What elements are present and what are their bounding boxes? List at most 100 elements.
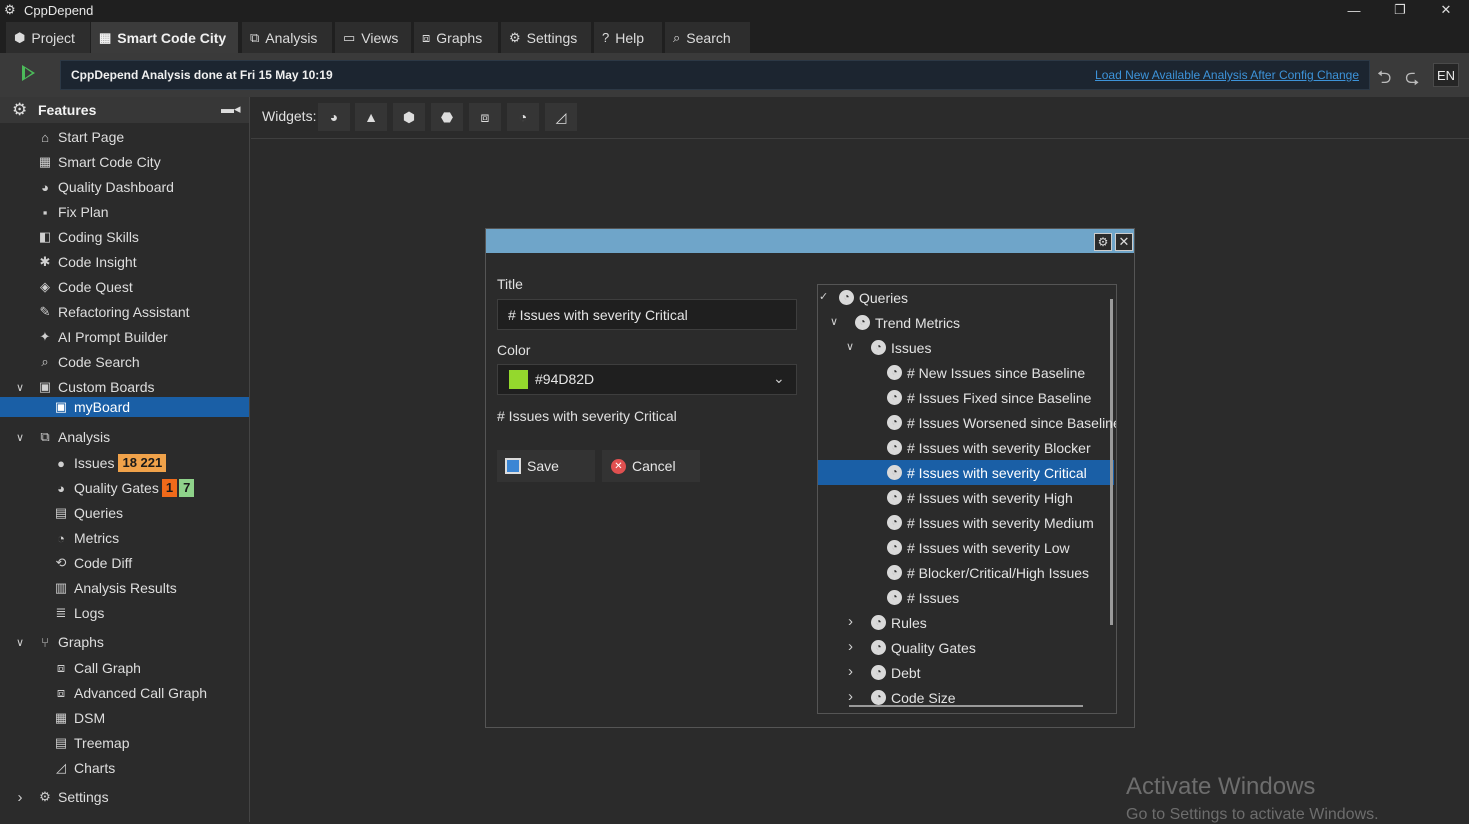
cancel-icon: ✕ bbox=[611, 458, 626, 474]
chevron-down-icon[interactable]: ∨ bbox=[13, 431, 27, 444]
menu-bar: ⬢ Project ▦ Smart Code City ⧉ Analysis ▭ Vie… bbox=[0, 20, 1469, 53]
tree-node-issues-count[interactable]: ◔ # Issues bbox=[887, 585, 959, 610]
menu-analysis[interactable]: ⧉ Analysis bbox=[242, 22, 332, 53]
sidebar-item-start-page[interactable]: ⌂ Start Page bbox=[37, 126, 124, 148]
menu-help[interactable]: ? Help bbox=[594, 22, 662, 53]
chevron-right-icon[interactable]: › bbox=[848, 663, 853, 680]
sidebar-item-advanced-call-graph[interactable]: ⧈ Advanced Call Graph bbox=[53, 682, 207, 704]
cancel-button[interactable]: ✕ Cancel bbox=[602, 450, 700, 482]
status-message-box: CppDepend Analysis done at Fri 15 May 10… bbox=[60, 60, 1370, 90]
results-icon: ▥ bbox=[54, 580, 68, 595]
check-icon[interactable]: ✓ bbox=[819, 290, 828, 303]
tree-node-queries[interactable]: ◔ Queries bbox=[839, 285, 908, 310]
tree-node-blocker-critical-high[interactable]: ◔ # Blocker/Critical/High Issues bbox=[887, 560, 1089, 585]
tree-node-issues-fixed[interactable]: ◔ # Issues Fixed since Baseline bbox=[887, 385, 1091, 410]
sidebar-item-quality-dashboard[interactable]: ◕ Quality Dashboard bbox=[37, 176, 174, 198]
chevron-right-icon[interactable]: › bbox=[848, 688, 853, 705]
tree-node-severity-blocker[interactable]: ◔ # Issues with severity Blocker bbox=[887, 435, 1091, 460]
sidebar-item-coding-skills[interactable]: ◧ Coding Skills bbox=[37, 226, 139, 248]
menu-graphs[interactable]: ⧈ Graphs bbox=[414, 22, 498, 53]
title-input[interactable] bbox=[497, 299, 797, 330]
sidebar-item-refactoring-assistant[interactable]: ✎ Refactoring Assistant bbox=[37, 301, 190, 323]
tree-vertical-scrollbar[interactable] bbox=[1110, 299, 1113, 625]
color-dropdown[interactable]: #94D82D ⌄ bbox=[497, 364, 797, 395]
chevron-right-icon[interactable]: › bbox=[848, 638, 853, 655]
gate-widget-button[interactable]: ⬣ bbox=[431, 103, 463, 131]
save-button[interactable]: Save bbox=[497, 450, 595, 482]
forward-arrow-icon[interactable]: ⮎ bbox=[1405, 65, 1419, 95]
cube-widget-button[interactable]: ⬢ bbox=[393, 103, 425, 131]
pin-icon[interactable]: ▬◂ bbox=[221, 101, 241, 117]
sidebar-item-code-search[interactable]: ⌕ Code Search bbox=[37, 351, 139, 373]
tree-node-new-issues[interactable]: ◔ # New Issues since Baseline bbox=[887, 360, 1085, 385]
query-widget-button[interactable]: ◔ bbox=[507, 103, 539, 131]
graph-widget-button[interactable]: ⧈ bbox=[469, 103, 501, 131]
chevron-down-icon[interactable]: ∨ bbox=[13, 636, 27, 649]
sidebar-item-custom-boards[interactable]: ∨ ▣ Custom Boards bbox=[16, 376, 155, 398]
load-analysis-link[interactable]: Load New Available Analysis After Config… bbox=[1095, 68, 1359, 82]
tree-node-code-size[interactable]: ◔ Code Size bbox=[871, 685, 956, 710]
tree-node-issues-worsened[interactable]: ◔ # Issues Worsened since Baseline bbox=[887, 410, 1116, 435]
tree-node-trend-metrics[interactable]: ◔ Trend Metrics bbox=[855, 310, 960, 335]
sidebar-item-dsm[interactable]: ▦ DSM bbox=[53, 707, 105, 729]
query-icon: ◔ bbox=[887, 565, 902, 580]
chevron-right-icon[interactable]: › bbox=[848, 613, 853, 630]
sidebar-item-code-quest[interactable]: ◈ Code Quest bbox=[37, 276, 133, 298]
sidebar-item-queries[interactable]: ▤ Queries bbox=[53, 502, 123, 524]
features-sidebar: ⚙ Features ▬◂ ⌂ Start Page ▦ Smart Code Ci… bbox=[0, 97, 250, 822]
menu-smart-code-city[interactable]: ▦ Smart Code City bbox=[91, 22, 238, 53]
sidebar-item-metrics[interactable]: ◔ Metrics bbox=[53, 527, 119, 549]
sidebar-item-myboard[interactable]: ▣ myBoard bbox=[53, 396, 130, 418]
menu-settings[interactable]: ⚙ Settings bbox=[501, 22, 591, 53]
chevron-right-icon[interactable]: › bbox=[13, 789, 27, 806]
menu-project[interactable]: ⬢ Project bbox=[6, 22, 90, 53]
query-tree[interactable]: ✓ ◔ Queries ∨ ◔ Trend Metrics ∨ ◔ Issues ◔ #… bbox=[817, 284, 1117, 714]
tree-node-issues[interactable]: ◔ Issues bbox=[871, 335, 931, 360]
sidebar-item-charts[interactable]: ◿ Charts bbox=[53, 757, 115, 779]
widgets-label: Widgets: bbox=[262, 108, 317, 124]
box-icon: ⬢ bbox=[14, 29, 26, 45]
menu-search[interactable]: ⌕ Search bbox=[665, 22, 750, 53]
sidebar-item-analysis[interactable]: ∨ ⧉ Analysis bbox=[16, 426, 110, 448]
sidebar-item-graphs[interactable]: ∨ ⑂ Graphs bbox=[16, 631, 104, 653]
minimize-button[interactable]: — bbox=[1331, 0, 1377, 20]
menu-views[interactable]: ▭ Views bbox=[335, 22, 411, 53]
sidebar-item-smart-code-city[interactable]: ▦ Smart Code City bbox=[37, 151, 161, 173]
tree-node-severity-low[interactable]: ◔ # Issues with severity Low bbox=[887, 535, 1070, 560]
tree-node-severity-medium[interactable]: ◔ # Issues with severity Medium bbox=[887, 510, 1094, 535]
tree-node-severity-high[interactable]: ◔ # Issues with severity High bbox=[887, 485, 1073, 510]
sidebar-item-issues[interactable]: ● Issues 18 221 bbox=[53, 452, 167, 474]
sidebar-item-treemap[interactable]: ▤ Treemap bbox=[53, 732, 130, 754]
chevron-down-icon[interactable]: ∨ bbox=[846, 340, 854, 353]
skills-icon: ◧ bbox=[38, 229, 52, 244]
close-button[interactable]: ✕ bbox=[1423, 0, 1469, 20]
sparkle-icon: ✦ bbox=[39, 329, 51, 344]
close-icon[interactable]: ✕ bbox=[1115, 233, 1133, 251]
chart-widget-button[interactable]: ◿ bbox=[545, 103, 577, 131]
query-icon: ◔ bbox=[839, 290, 854, 305]
sidebar-item-call-graph[interactable]: ⧈ Call Graph bbox=[53, 657, 141, 679]
sidebar-item-logs[interactable]: ≣ Logs bbox=[53, 602, 105, 624]
sidebar-item-code-insight[interactable]: ✱ Code Insight bbox=[37, 251, 137, 273]
tree-node-quality-gates[interactable]: ◔ Quality Gates bbox=[871, 635, 976, 660]
sidebar-item-fix-plan[interactable]: ▪ Fix Plan bbox=[37, 201, 109, 223]
tree-node-severity-critical[interactable]: ◔ # Issues with severity Critical bbox=[887, 460, 1087, 485]
sidebar-item-settings[interactable]: › ⚙ Settings bbox=[18, 786, 109, 808]
language-button[interactable]: EN bbox=[1433, 63, 1459, 87]
sidebar-item-analysis-results[interactable]: ▥ Analysis Results bbox=[53, 577, 177, 599]
chevron-down-icon[interactable]: ∨ bbox=[13, 381, 27, 394]
tree-node-debt[interactable]: ◔ Debt bbox=[871, 660, 921, 685]
sidebar-item-ai-prompt-builder[interactable]: ✦ AI Prompt Builder bbox=[37, 326, 168, 348]
refactor-icon: ✎ bbox=[39, 304, 51, 319]
chevron-down-icon[interactable]: ∨ bbox=[830, 315, 838, 328]
gear-icon: ⚙ bbox=[39, 789, 51, 804]
warning-widget-button[interactable]: ▲ bbox=[355, 103, 387, 131]
treemap-icon: ▤ bbox=[54, 735, 68, 750]
dashboard-widget-button[interactable]: ◕ bbox=[318, 103, 350, 131]
gear-icon[interactable]: ⚙ bbox=[1094, 233, 1112, 251]
sidebar-item-code-diff[interactable]: ⟲ Code Diff bbox=[53, 552, 133, 574]
back-arrow-icon[interactable]: ⮌ bbox=[1377, 65, 1391, 95]
sidebar-item-quality-gates[interactable]: ◕ Quality Gates 1 7 bbox=[53, 477, 195, 499]
tree-node-rules[interactable]: ◔ Rules bbox=[871, 610, 927, 635]
restore-button[interactable]: ❐ bbox=[1377, 0, 1423, 20]
